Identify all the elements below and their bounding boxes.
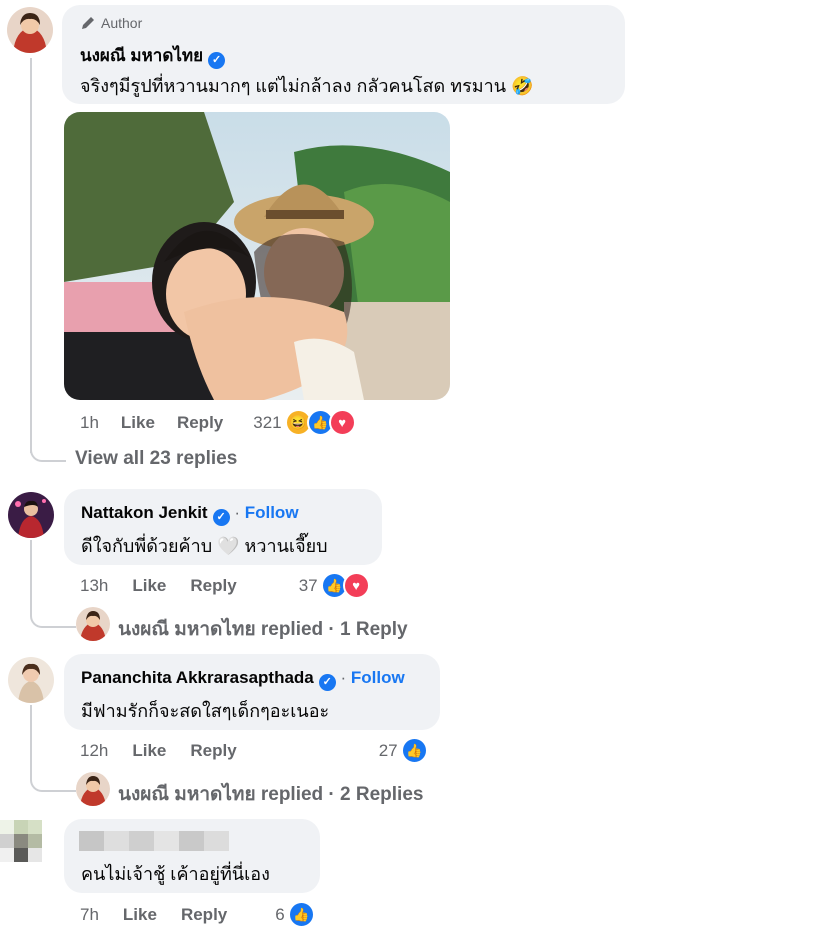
love-reaction-icon: ♥ — [342, 572, 370, 599]
reactions-count: 6 — [275, 904, 285, 924]
comment-photo[interactable] — [64, 112, 450, 400]
comment-bubble-author: Author นงผณี มหาดไทย ✓ จริงๆมีรูปที่หวานม… — [62, 5, 625, 104]
reply-button[interactable]: Reply — [177, 413, 223, 433]
comment-bubble-anonymized: คนไม่เจ้าชู้ เค้าอยู่ที่นี่เอง — [64, 819, 320, 893]
verified-badge-icon: ✓ — [208, 52, 226, 69]
author-badge-label: Author — [101, 15, 143, 31]
author-badge: Author — [80, 15, 142, 31]
comment-actions-nattakon: 13h Like Reply 37 👍 ♥ — [80, 572, 370, 599]
comment-text: มีฟามรักก็จะสดใสๆเด็กๆอะเนอะ — [81, 701, 330, 721]
avatar-nattakon[interactable] — [8, 492, 54, 538]
follow-button[interactable]: Follow — [245, 503, 299, 522]
comment-bubble-pananchita: Pananchita Akkrarasapthada ✓ · Follow มีฟ… — [64, 654, 440, 730]
reactions-summary[interactable]: 6 👍 — [275, 901, 315, 928]
like-reaction-icon: 👍 — [400, 737, 428, 764]
love-reaction-icon: ♥ — [328, 409, 356, 436]
like-button[interactable]: Like — [123, 905, 157, 925]
avatar-author-small[interactable] — [76, 772, 110, 806]
reactions-summary[interactable]: 37 👍 ♥ — [299, 572, 370, 599]
avatar-author[interactable] — [7, 7, 53, 53]
reactions-count: 321 — [253, 412, 282, 432]
reactions-count: 27 — [378, 740, 398, 760]
avatar-pananchita[interactable] — [8, 657, 54, 703]
comment-actions-pananchita: 12h Like Reply 27 👍 — [80, 737, 428, 764]
like-button[interactable]: Like — [132, 741, 166, 761]
follow-button[interactable]: Follow — [351, 668, 405, 687]
comment-actions-author: 1h Like Reply 321 😆 👍 ♥ — [80, 409, 356, 436]
avatar-author-small[interactable] — [76, 607, 110, 641]
like-button[interactable]: Like — [121, 413, 155, 433]
verified-badge-icon: ✓ — [212, 509, 230, 526]
pencil-icon — [82, 17, 94, 29]
reply-button[interactable]: Reply — [190, 741, 236, 761]
comment-text: คนไม่เจ้าชู้ เค้าอยู่ที่นี่เอง — [81, 864, 270, 884]
commenter-name[interactable]: Nattakon Jenkit — [81, 503, 208, 522]
view-all-replies-link[interactable]: View all 23 replies — [75, 448, 237, 470]
comment-time[interactable]: 12h — [80, 741, 108, 761]
thread-line-main — [30, 58, 32, 453]
reactions-count: 37 — [298, 575, 318, 595]
commenter-name[interactable]: นงผณี มหาดไทย — [80, 46, 203, 65]
avatar-anonymized[interactable] — [0, 820, 50, 872]
like-button[interactable]: Like — [132, 576, 166, 596]
reply-summary-link[interactable]: นงผณี มหาดไทย replied · 2 Replies — [118, 779, 423, 809]
comment-text: ดีใจกับพี่ด้วยค้าบ 🤍 หวานเจี๊ยบ — [81, 536, 328, 556]
comment-time[interactable]: 7h — [80, 905, 99, 925]
name-redacted — [79, 831, 229, 851]
comment-actions-anonymized: 7h Like Reply 6 👍 — [80, 901, 315, 928]
comment-time[interactable]: 1h — [80, 413, 99, 433]
commenter-name[interactable]: Pananchita Akkrarasapthada — [81, 668, 314, 687]
comment-time[interactable]: 13h — [80, 576, 108, 596]
like-reaction-icon: 👍 — [287, 901, 315, 928]
reactions-summary[interactable]: 321 😆 👍 ♥ — [253, 409, 356, 436]
comment-bubble-nattakon: Nattakon Jenkit ✓ · Follow ดีใจกับพี่ด้วย… — [64, 489, 382, 565]
reply-button[interactable]: Reply — [181, 905, 227, 925]
thread-connector-view-replies — [30, 430, 66, 462]
verified-badge-icon: ✓ — [318, 674, 336, 691]
reply-button[interactable]: Reply — [190, 576, 236, 596]
comment-text: จริงๆมีรูปที่หวานมากๆ แต่ไม่กล้าลง กลัวค… — [80, 76, 534, 96]
reactions-summary[interactable]: 27 👍 — [379, 737, 428, 764]
reply-summary-link[interactable]: นงผณี มหาดไทย replied · 1 Reply — [118, 614, 408, 644]
